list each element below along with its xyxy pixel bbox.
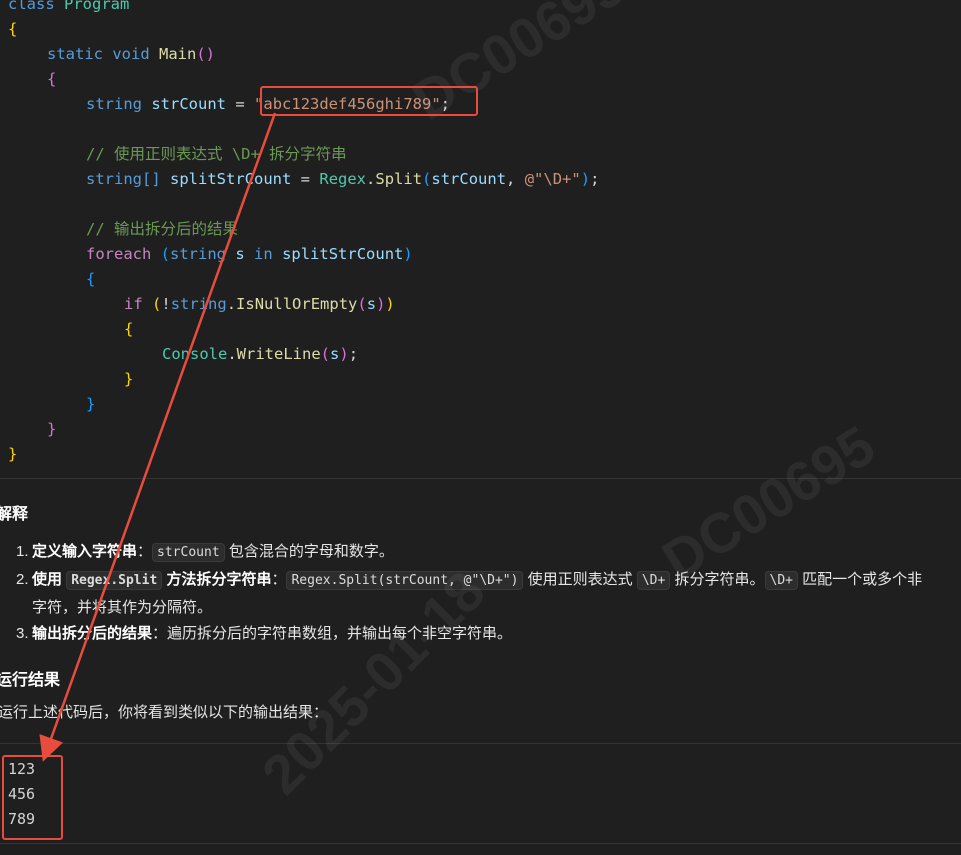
arrow-line (39, 112, 277, 762)
annotation-arrow (39, 112, 277, 762)
